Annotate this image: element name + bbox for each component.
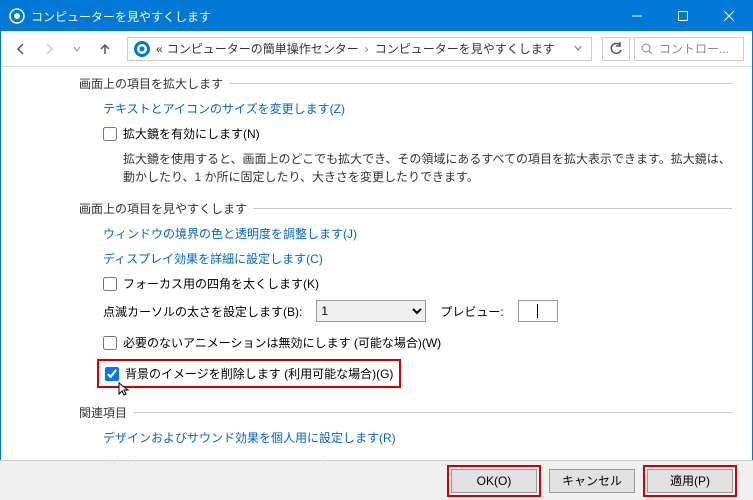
highlighted-option: 背景のイメージを削除します (利用可能な場合)(G)	[97, 359, 401, 388]
footer: OK(O) キャンセル 適用(P)	[0, 460, 753, 500]
divider	[133, 412, 732, 413]
minimize-button[interactable]	[614, 1, 660, 31]
group-enlarge: 画面上の項目を拡大します テキストとアイコンのサイズを変更します(Z) 拡大鏡を…	[79, 75, 732, 186]
address-dropdown[interactable]	[569, 42, 587, 56]
group-visibility-title: 画面上の項目を見やすくします	[79, 200, 247, 217]
search-placeholder: コントロー...	[659, 40, 729, 57]
checkbox-focus-rect[interactable]	[103, 277, 117, 291]
search-box[interactable]: コントロー...	[634, 37, 744, 61]
link-display-effects[interactable]: ディスプレイ効果を詳細に設定します(C)	[103, 250, 732, 267]
cursor-icon	[117, 381, 133, 397]
close-button[interactable]	[706, 1, 752, 31]
divider	[229, 83, 732, 84]
app-icon	[9, 8, 25, 24]
content-area: 画面上の項目を拡大します テキストとアイコンのサイズを変更します(Z) 拡大鏡を…	[1, 67, 752, 457]
checkbox-remove-background-label[interactable]: 背景のイメージを削除します (利用可能な場合)(G)	[125, 365, 393, 382]
checkbox-remove-background[interactable]	[105, 367, 119, 381]
divider	[253, 208, 732, 209]
cursor-thickness-select[interactable]: 1	[316, 300, 426, 322]
link-window-border[interactable]: ウィンドウの境界の色と透明度を調整します(J)	[103, 225, 732, 242]
window-controls	[614, 1, 752, 31]
recent-dropdown[interactable]	[65, 37, 89, 61]
checkbox-disable-animation[interactable]	[103, 336, 117, 350]
checkbox-magnifier-label[interactable]: 拡大鏡を有効にします(N)	[123, 125, 260, 142]
apply-button[interactable]: 適用(P)	[647, 469, 733, 493]
breadcrumb-prefix: «	[156, 42, 163, 56]
maximize-button[interactable]	[660, 1, 706, 31]
checkbox-focus-rect-label[interactable]: フォーカス用の四角を太くします(K)	[123, 275, 319, 292]
preview-label: プレビュー:	[440, 303, 503, 320]
breadcrumb-parent[interactable]: コンピューターの簡単操作センター	[167, 40, 359, 57]
cursor-preview	[518, 300, 558, 322]
address-bar[interactable]: « コンピューターの簡単操作センター › コンピューターを見やすくします	[127, 37, 592, 61]
cancel-button[interactable]: キャンセル	[549, 469, 635, 493]
up-button[interactable]	[93, 37, 117, 61]
group-enlarge-title: 画面上の項目を拡大します	[79, 75, 223, 92]
link-text-icon-size[interactable]: テキストとアイコンのサイズを変更します(Z)	[103, 100, 732, 117]
ok-highlight: OK(O)	[447, 465, 541, 497]
forward-button[interactable]	[37, 37, 61, 61]
apply-highlight: 適用(P)	[643, 465, 737, 497]
titlebar-text: コンピューターを見やすくします	[31, 8, 614, 25]
group-visibility: 画面上の項目を見やすくします ウィンドウの境界の色と透明度を調整します(J) デ…	[79, 200, 732, 388]
location-icon	[132, 39, 152, 59]
checkbox-magnifier[interactable]	[103, 127, 117, 141]
ok-button[interactable]: OK(O)	[451, 469, 537, 493]
preview-cursor-line	[537, 304, 538, 318]
group-related: 関連項目 デザインおよびサウンド効果を個人用に設定します(R) 支援技術について…	[79, 404, 732, 457]
checkbox-disable-animation-label[interactable]: 必要のないアニメーションは無効にします (可能な場合)(W)	[123, 334, 441, 351]
magnifier-description: 拡大鏡を使用すると、画面上のどこでも拡大でき、その領域にあるすべての項目を拡大表…	[123, 150, 732, 186]
refresh-button[interactable]	[602, 37, 630, 61]
link-personalize[interactable]: デザインおよびサウンド効果を個人用に設定します(R)	[103, 429, 732, 446]
breadcrumb-current[interactable]: コンピューターを見やすくします	[375, 40, 555, 57]
group-related-title: 関連項目	[79, 404, 127, 421]
back-button[interactable]	[9, 37, 33, 61]
cursor-thickness-label: 点滅カーソルの太さを設定します(B):	[103, 303, 302, 320]
toolbar: « コンピューターの簡単操作センター › コンピューターを見やすくします コント…	[1, 31, 752, 67]
breadcrumb-separator: ›	[365, 42, 369, 56]
link-assistive-tech[interactable]: 支援技術についての詳細をオンラインで表示します	[103, 454, 732, 457]
search-icon	[641, 43, 653, 55]
titlebar: コンピューターを見やすくします	[1, 1, 752, 31]
